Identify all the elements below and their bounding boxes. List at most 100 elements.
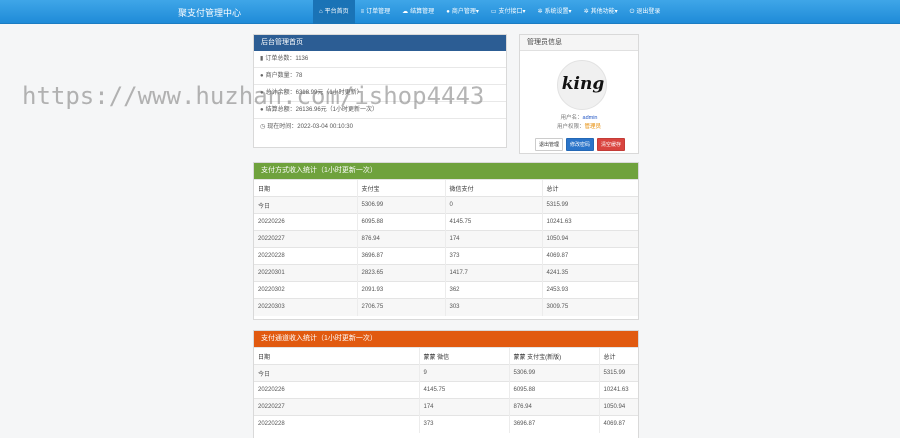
column-header: 日期 [254, 179, 357, 197]
table-cell: 303 [444, 298, 542, 316]
table-cell: 362 [444, 281, 542, 299]
table-header-row: 日期 支付宝 微信支付 总计 [254, 179, 638, 197]
nav-home[interactable]: ⌂ 平台首页 [313, 0, 355, 24]
home-icon: ⌂ [319, 9, 323, 15]
nav-payment-api[interactable]: ▭ 支付接口▾ [485, 0, 532, 24]
merchant-count-text: 商户数量：78 [265, 73, 303, 79]
gear-icon: ✲ [583, 9, 589, 15]
payment-channel-panel: 支付通道收入统计（1小时更新一次） 日期 蒙蒙 微信 蒙蒙 支付宝(新版) 总计… [253, 330, 639, 438]
role-value: 管理员 [584, 124, 602, 130]
table-row: 20220303 2706.75 303 3009.75 [254, 298, 638, 316]
table-cell: 20220227 [254, 398, 419, 416]
table-row: 20220226 4145.75 6095.88 10241.63 [254, 381, 638, 399]
nav-label: 系统设置▾ [544, 9, 572, 15]
payment-type-table: 日期 支付宝 微信支付 总计 今日 5306.99 0 5315.99 2022022… [254, 179, 638, 316]
avatar-logo: king [561, 74, 605, 94]
clear-cache-button[interactable]: 清空缓存 [597, 138, 626, 151]
table-cell: 1050.94 [541, 230, 638, 248]
nav-merchants[interactable]: ● 商户管理▾ [440, 0, 485, 24]
nav-label: 支付接口▾ [498, 9, 526, 15]
nav-logout[interactable]: ⏻ 退出登录 [624, 0, 667, 24]
table-cell: 20220303 [254, 298, 357, 316]
column-header: 微信支付 [444, 179, 542, 197]
table-cell: 876.94 [508, 398, 599, 416]
admin-info-panel: 管理员信息 king 用户名：admin 用户权限：管理员 退出管理 修改密码 … [519, 34, 639, 154]
top-navbar: 聚支付管理中心 ⌂ 平台首页 ≡ 订单管理 ☁ 结算管理 ● 商户管理▾ ▭ 支付接口▾ … [0, 0, 900, 24]
table-cell: 4145.75 [444, 213, 542, 231]
table-header-row: 日期 蒙蒙 微信 蒙蒙 支付宝(新版) 总计 [254, 347, 638, 365]
role-line: 用户权限：管理员 [520, 122, 638, 130]
table-cell: 今日 [254, 364, 419, 382]
current-time-text: 现在时间：2022-03-04 00:10:30 [267, 124, 353, 130]
table-cell: 0 [444, 196, 542, 214]
table-row: 20220228 3696.87 373 4069.87 [254, 247, 638, 265]
table-cell: 3696.87 [508, 415, 599, 433]
logout-button[interactable]: 退出管理 [535, 138, 564, 151]
nav-label: 平台首页 [324, 9, 349, 15]
table-cell: 1417.7 [444, 264, 542, 282]
nav-label: 其他功能▾ [590, 9, 618, 15]
clock-icon: ◷ [260, 124, 266, 130]
table-cell: 5315.99 [598, 364, 638, 382]
change-password-button[interactable]: 修改密码 [566, 138, 595, 151]
table-cell: 20220227 [254, 230, 357, 248]
gear-icon: ✲ [537, 9, 543, 15]
current-time: ◷ 现在时间：2022-03-04 00:10:30 [254, 119, 506, 136]
table-row: 20220301 2823.65 1417.7 4241.35 [254, 264, 638, 282]
table-cell: 6095.88 [508, 381, 599, 399]
table-cell: 20220228 [254, 415, 419, 433]
table-cell: 10241.63 [541, 213, 638, 231]
table-cell: 2823.65 [356, 264, 445, 282]
table-cell: 3696.87 [356, 247, 445, 265]
table-cell: 20220301 [254, 264, 357, 282]
table-row: 20220228 373 3696.87 4069.87 [254, 415, 638, 433]
table-cell: 4069.87 [541, 247, 638, 265]
column-header: 日期 [254, 347, 419, 365]
table-cell: 174 [418, 398, 509, 416]
table-cell: 6095.88 [356, 213, 445, 231]
table-cell: 876.94 [356, 230, 445, 248]
table-cell: 20220226 [254, 381, 419, 399]
payment-type-panel: 支付方式收入统计（1小时更新一次） 日期 支付宝 微信支付 总计 今日 5306.… [253, 162, 639, 320]
table-cell: 373 [444, 247, 542, 265]
table-cell: 今日 [254, 196, 357, 214]
column-header: 总计 [541, 179, 638, 197]
table-cell: 10241.63 [598, 381, 638, 399]
table-cell: 3009.75 [541, 298, 638, 316]
nav-label: 结算管理 [410, 9, 435, 15]
table-cell: 20220226 [254, 213, 357, 231]
table-cell: 5306.99 [356, 196, 445, 214]
brand-title[interactable]: 聚支付管理中心 [178, 6, 241, 19]
nav-other[interactable]: ✲ 其他功能▾ [578, 0, 624, 24]
card-icon: ▭ [490, 9, 497, 15]
table-cell: 9 [418, 364, 509, 382]
panel-title: 支付通道收入统计（1小时更新一次） [254, 331, 638, 347]
table-cell: 5306.99 [508, 364, 599, 382]
nav-settlement[interactable]: ☁ 结算管理 [396, 0, 440, 24]
nav-label: 订单管理 [366, 9, 391, 15]
watermark: https://www.huzhan.com/ishop4443 [22, 82, 485, 110]
username-label: 用户名： [560, 115, 583, 121]
nav-orders[interactable]: ≡ 订单管理 [355, 0, 397, 24]
column-header: 支付宝 [356, 179, 445, 197]
table-row: 今日 9 5306.99 5315.99 [254, 364, 638, 382]
nav-label: 商户管理▾ [451, 9, 479, 15]
table-cell: 4069.87 [598, 415, 638, 433]
role-label: 用户权限： [556, 124, 585, 130]
order-count: ▮ 订单总数：1136 [254, 51, 506, 68]
column-header: 蒙蒙 支付宝(新版) [508, 347, 599, 365]
table-row: 20220227 876.94 174 1050.94 [254, 230, 638, 248]
table-cell: 4145.75 [418, 381, 509, 399]
nav-label: 退出登录 [636, 9, 661, 15]
panel-title: 后台管理首页 [254, 35, 506, 51]
table-cell: 2706.75 [356, 298, 445, 316]
table-cell: 1050.94 [598, 398, 638, 416]
order-count-text: 订单总数：1136 [265, 56, 309, 62]
tint-icon: ● [260, 73, 264, 79]
panel-title: 支付方式收入统计（1小时更新一次） [254, 163, 638, 179]
username-value: admin [582, 115, 598, 121]
avatar[interactable]: king [557, 60, 607, 110]
column-header: 总计 [598, 347, 638, 365]
nav-system-settings[interactable]: ✲ 系统设置▾ [532, 0, 578, 24]
table-cell: 20220302 [254, 281, 357, 299]
